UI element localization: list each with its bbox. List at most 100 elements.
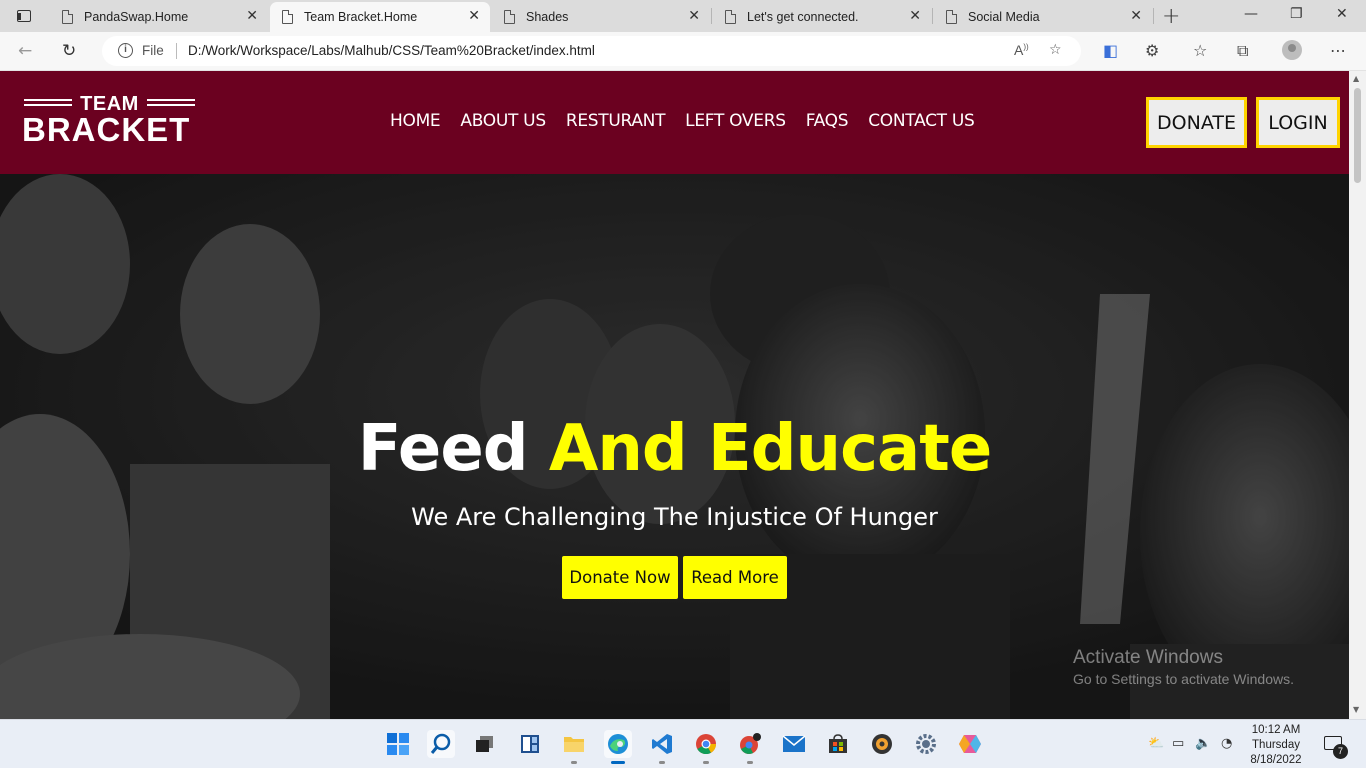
info-icon[interactable]: i (118, 43, 133, 58)
activation-watermark-text: Go to Settings to activate Windows. (1073, 671, 1294, 687)
settings-icon[interactable] (912, 730, 940, 758)
tab-team-bracket[interactable]: Team Bracket.Home ✕ (270, 2, 490, 32)
running-indicator (703, 761, 709, 764)
close-icon[interactable]: ✕ (688, 8, 700, 24)
tab-title: PandaSwap.Home (84, 10, 189, 24)
team-bracket-logo[interactable]: TEAM BRACKET (22, 93, 200, 149)
menu-item-contact-us[interactable]: CONTACT US (868, 111, 975, 131)
extension-icon[interactable]: ◧ (1103, 41, 1118, 60)
url-text[interactable]: D:/Work/Workspace/Labs/Malhub/CSS/Team%2… (188, 43, 595, 58)
new-tab-icon[interactable]: + (1162, 4, 1180, 29)
logo-bottom-text: BRACKET (22, 111, 191, 148)
close-window-icon[interactable]: ✕ (1336, 6, 1348, 22)
tab-divider (1153, 8, 1154, 24)
clock-time: 10:12 AM (1251, 724, 1301, 736)
page-icon (62, 10, 73, 24)
chrome-icon[interactable] (692, 730, 720, 764)
donate-button[interactable]: DONATE (1146, 97, 1247, 148)
reload-icon[interactable]: ↻ (62, 41, 76, 61)
tab-divider (932, 8, 933, 24)
more-options-icon[interactable]: ⋯ (1330, 41, 1346, 60)
hero-section: Feed And Educate We Are Challenging The … (0, 174, 1349, 719)
menu-item-faqs[interactable]: FAQS (806, 111, 849, 131)
tab-shades[interactable]: Shades ✕ (492, 2, 710, 32)
tab-pandaswap[interactable]: PandaSwap.Home ✕ (50, 2, 268, 32)
address-bar-row: ← ↻ i File D:/Work/Workspace/Labs/Malhub… (0, 32, 1366, 71)
hero-title-yellow: And Educate (548, 412, 992, 486)
menu-item-resturant[interactable]: RESTURANT (566, 111, 666, 131)
tab-title: Shades (526, 10, 569, 24)
menu-item-about-us[interactable]: ABOUT US (460, 111, 546, 131)
widgets-icon[interactable] (516, 730, 544, 758)
close-icon[interactable]: ✕ (909, 8, 921, 24)
menu-item-left-overs[interactable]: LEFT OVERS (685, 111, 786, 131)
scroll-down-icon[interactable]: ▼ (1353, 705, 1359, 714)
page-icon (282, 10, 293, 24)
running-indicator (747, 761, 753, 764)
clock-date: 8/18/2022 (1250, 754, 1302, 766)
hero-subtitle: We Are Challenging The Injustice Of Hung… (411, 503, 938, 531)
windows-start-icon[interactable] (384, 730, 412, 758)
vscode-icon[interactable] (648, 730, 676, 764)
scrollbar-thumb[interactable] (1354, 88, 1361, 183)
scheme-label: File (142, 43, 164, 58)
tab-actions-icon[interactable] (10, 6, 38, 26)
search-icon[interactable] (427, 730, 455, 758)
app-icon[interactable] (956, 730, 984, 758)
task-view-icon[interactable] (471, 730, 499, 758)
scroll-up-icon[interactable]: ▲ (1353, 74, 1359, 83)
address-field[interactable]: i File D:/Work/Workspace/Labs/Malhub/CSS… (102, 36, 1081, 66)
site-header: TEAM BRACKET HOME ABOUT US RESTURANT LEF… (0, 71, 1349, 174)
hero-title: Feed And Educate (0, 412, 1349, 486)
tab-title: Team Bracket.Home (304, 10, 418, 24)
close-icon[interactable]: ✕ (246, 8, 258, 24)
page-icon (946, 10, 957, 24)
notification-count-badge: 7 (1333, 744, 1348, 759)
page-viewport: TEAM BRACKET HOME ABOUT US RESTURANT LEF… (0, 71, 1349, 719)
tab-title: Social Media (968, 10, 1040, 24)
login-button[interactable]: LOGIN (1256, 97, 1340, 148)
page-scrollbar[interactable]: ▲ ▼ (1349, 71, 1366, 719)
read-aloud-icon[interactable]: A)) (1014, 42, 1029, 58)
menu-item-home[interactable]: HOME (390, 111, 441, 131)
running-indicator (571, 761, 577, 764)
wifi-icon[interactable]: ◔ (1221, 736, 1232, 751)
restore-icon[interactable]: ❐ (1290, 6, 1303, 22)
microsoft-store-icon[interactable] (824, 730, 852, 758)
favorites-icon[interactable]: ☆ (1193, 41, 1207, 60)
clock-day: Thursday (1252, 739, 1300, 751)
tab-divider (711, 8, 712, 24)
browser-tab-strip: PandaSwap.Home ✕ Team Bracket.Home ✕ Sha… (0, 0, 1366, 32)
mail-icon[interactable] (780, 730, 808, 758)
hero-title-white: Feed (357, 412, 529, 486)
network-status-icon[interactable]: ⛅ (1148, 736, 1164, 751)
battery-icon[interactable]: ▭ (1172, 736, 1184, 751)
collections-icon[interactable]: ⧉ (1237, 41, 1248, 61)
active-indicator (611, 761, 625, 764)
volume-icon[interactable]: 🔈 (1195, 736, 1211, 751)
minimize-icon[interactable]: — (1244, 6, 1258, 22)
tab-title: Let's get connected. (747, 10, 859, 24)
donate-now-button[interactable]: Donate Now (562, 556, 678, 599)
tab-lets-get-connected[interactable]: Let's get connected. ✕ (713, 2, 931, 32)
activation-watermark-title: Activate Windows (1073, 647, 1223, 668)
profile-avatar[interactable] (1282, 40, 1302, 60)
extensions-icon[interactable]: ⚙ (1145, 41, 1159, 60)
windows-taskbar: ⛅ ▭ 🔈 ◔ 10:12 AM Thursday 8/18/2022 7 (0, 719, 1366, 768)
main-menu: HOME ABOUT US RESTURANT LEFT OVERS FAQS … (390, 111, 975, 131)
close-icon[interactable]: ✕ (1130, 8, 1142, 24)
running-indicator (659, 761, 665, 764)
read-more-button[interactable]: Read More (683, 556, 787, 599)
favorite-add-icon[interactable]: ☆ (1049, 42, 1062, 58)
edge-browser-icon[interactable] (604, 730, 632, 764)
file-explorer-icon[interactable] (560, 730, 588, 764)
system-clock[interactable]: 10:12 AM Thursday 8/18/2022 (1245, 723, 1307, 768)
close-icon[interactable]: ✕ (468, 8, 480, 24)
page-icon (504, 10, 515, 24)
tab-social-media[interactable]: Social Media ✕ (934, 2, 1152, 32)
media-player-icon[interactable] (868, 730, 896, 758)
back-icon[interactable]: ← (18, 41, 32, 61)
page-icon (725, 10, 736, 24)
chrome-dev-icon[interactable] (736, 730, 764, 764)
url-divider (176, 43, 177, 59)
